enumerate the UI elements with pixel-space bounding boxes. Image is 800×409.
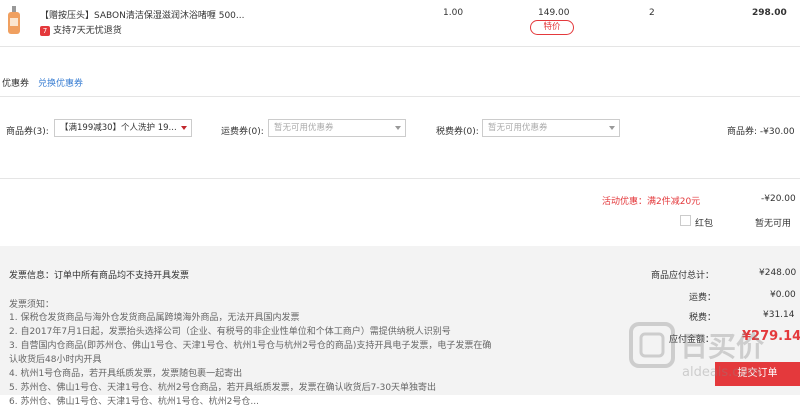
watermark-logo: 日买价 aldeals.com bbox=[629, 322, 765, 380]
goods-coupon-value: 【满199减30】个人洗护 19... bbox=[60, 123, 177, 133]
return-policy-text: 支持7天无忧退货 bbox=[53, 26, 122, 36]
shipping-label: 运费： bbox=[689, 293, 717, 303]
goods-total-label: 商品应付总计： bbox=[651, 271, 715, 281]
red-packet-status: 暂无可用 bbox=[755, 219, 792, 229]
divider bbox=[0, 46, 800, 47]
promotion-label: 活动优惠：满2件减20元 bbox=[602, 197, 701, 207]
invoice-notes: 1. 保税仓发货商品与海外仓发货商品属跨境海外商品，无法开具国内发票 2. 自2… bbox=[9, 311, 491, 409]
return-policy: 7 支持7天无忧退货 bbox=[40, 23, 122, 36]
goods-total-value: ¥248.00 bbox=[759, 268, 797, 278]
invoice-note: 3. 自营国内仓商品(即苏州仓、佛山1号仓、天津1号仓、杭州1号仓与杭州2号仓的… bbox=[9, 341, 492, 351]
chevron-down-icon bbox=[395, 126, 401, 130]
shipping-coupon-select[interactable]: 暂无可用优惠券 bbox=[268, 119, 406, 137]
goods-coupon-discount: 商品券: -¥30.00 bbox=[727, 127, 795, 137]
exchange-coupon-link[interactable]: 兑换优惠券 bbox=[38, 76, 83, 89]
red-packet-checkbox[interactable] bbox=[680, 215, 691, 226]
watermark-sub: aldeals.com bbox=[682, 365, 760, 380]
chevron-down-icon bbox=[181, 126, 187, 130]
coupon-section-title: 优惠券 bbox=[2, 79, 30, 89]
tax-coupon-label: 税费券(0): bbox=[436, 127, 479, 137]
invoice-note: 5. 苏州仓、佛山1号仓、天津1号仓、杭州2号仓商品，若开具纸质发票，发票在确认… bbox=[9, 383, 437, 393]
tax-coupon-value: 暂无可用优惠券 bbox=[488, 123, 548, 133]
return-badge-icon: 7 bbox=[40, 25, 50, 36]
tax-value: ¥31.14 bbox=[763, 310, 795, 320]
product-tax: 1.00 bbox=[443, 8, 464, 18]
divider bbox=[0, 178, 800, 179]
special-price-tag: 特价 bbox=[530, 20, 574, 35]
shipping-coupon-value: 暂无可用优惠券 bbox=[274, 123, 334, 133]
invoice-info: 发票信息：订单中所有商品均不支持开具发票 bbox=[9, 271, 190, 281]
product-price: 149.00 bbox=[538, 8, 570, 18]
shipping-value: ¥0.00 bbox=[770, 290, 796, 300]
goods-coupon-select[interactable]: 【满199减30】个人洗护 19... bbox=[54, 119, 192, 137]
invoice-note: 4. 杭州1号仓商品，若开具纸质发票，发票随包裹一起寄出 bbox=[9, 369, 243, 379]
invoice-note: 2. 自2017年7月1日起，发票抬头选择公司（企业、有税号的非企业性单位和个体… bbox=[9, 327, 451, 337]
red-packet-label: 红包 bbox=[695, 219, 714, 229]
promotion-amount: -¥20.00 bbox=[761, 194, 796, 204]
invoice-note: 1. 保税仓发货商品与海外仓发货商品属跨境海外商品，无法开具国内发票 bbox=[9, 313, 300, 323]
invoice-note: 认收货后48小时内开具 bbox=[9, 355, 102, 365]
product-thumbnail[interactable] bbox=[6, 6, 22, 34]
watermark-text: 日买价 bbox=[680, 330, 765, 363]
goods-coupon-label: 商品券(3): bbox=[6, 127, 49, 137]
product-quantity: 2 bbox=[649, 8, 655, 18]
invoice-notes-title: 发票须知： bbox=[9, 300, 55, 310]
divider bbox=[0, 96, 800, 97]
chevron-down-icon bbox=[609, 126, 615, 130]
tax-coupon-select[interactable]: 暂无可用优惠券 bbox=[482, 119, 620, 137]
invoice-note: 6. 苏州仓、佛山1号仓、天津1号仓、杭州1号仓、杭州2号仓... bbox=[9, 397, 259, 407]
shipping-coupon-label: 运费券(0): bbox=[221, 127, 264, 137]
product-subtotal: 298.00 bbox=[752, 8, 787, 18]
product-title[interactable]: 【赠按压头】SABON清洁保湿滋润沐浴啫喱 500... bbox=[40, 8, 245, 21]
